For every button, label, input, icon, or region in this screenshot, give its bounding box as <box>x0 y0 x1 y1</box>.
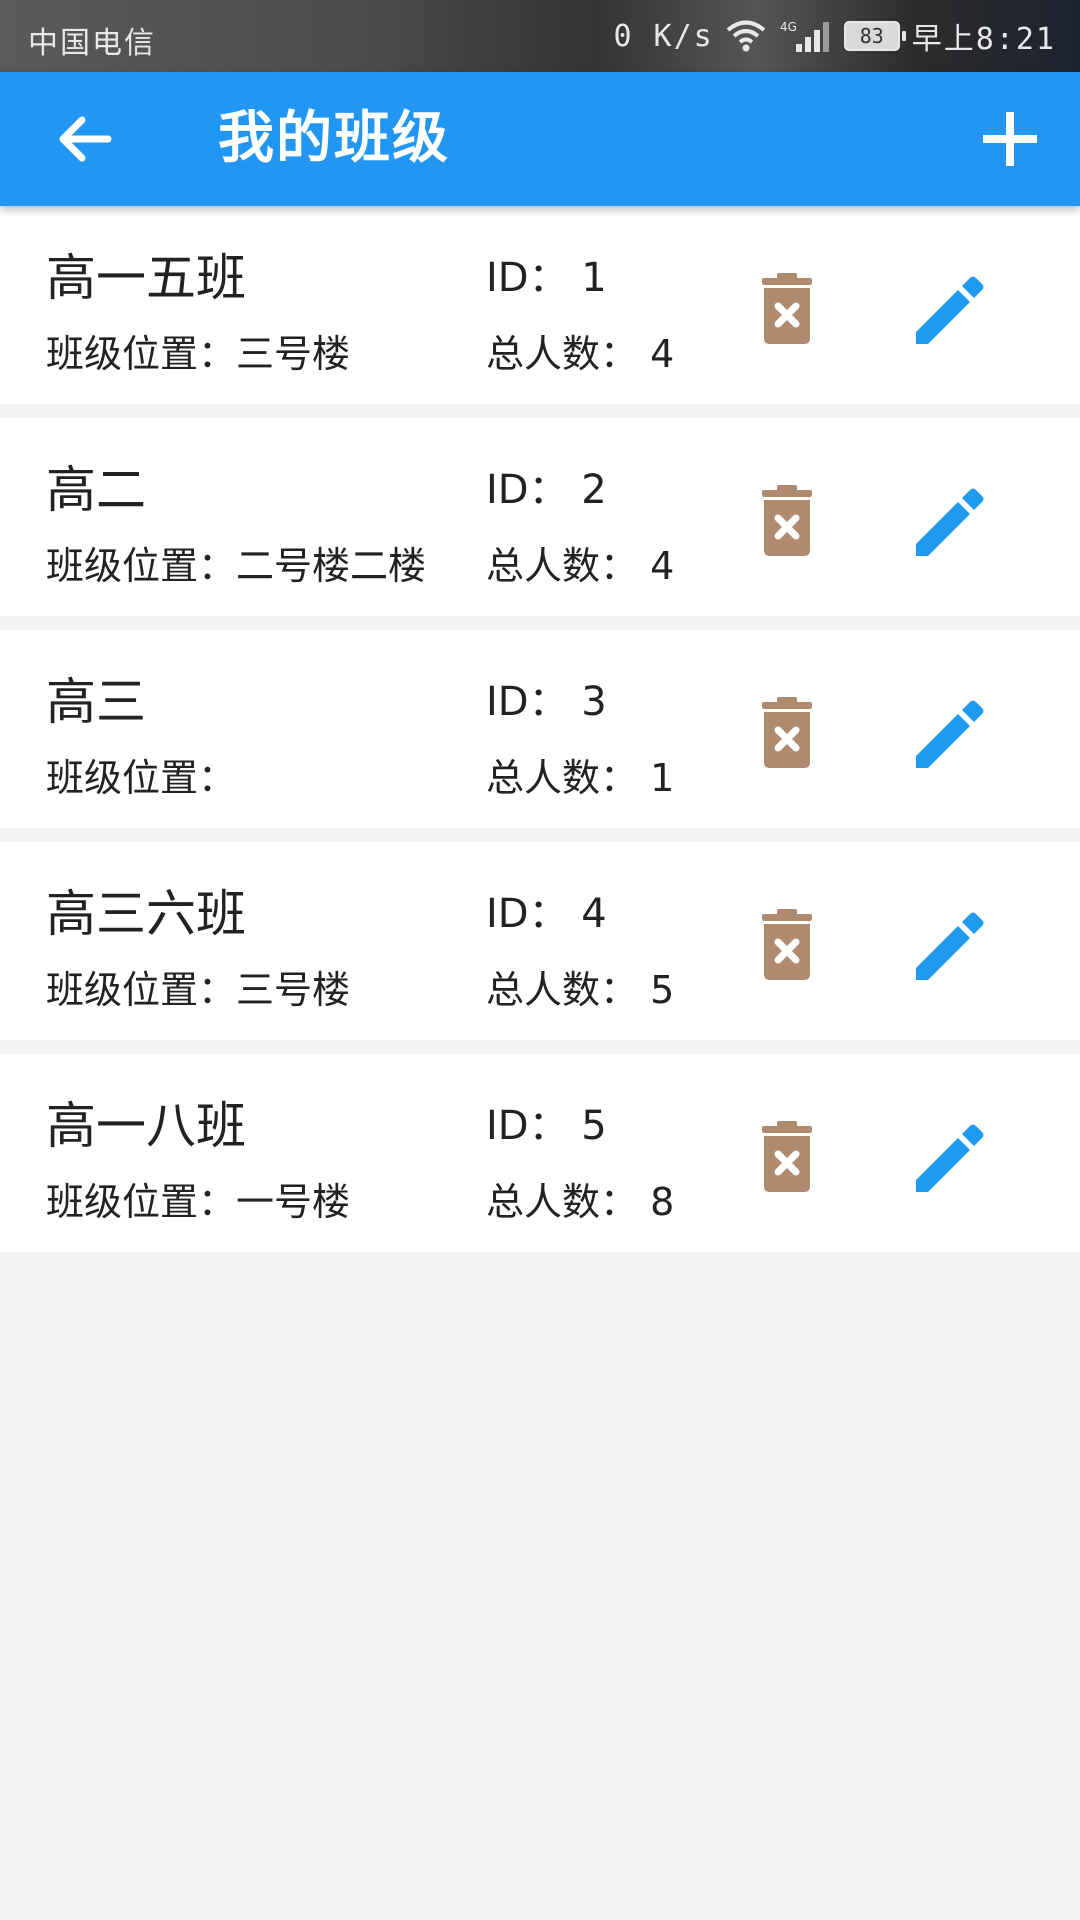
trash-icon <box>762 1121 812 1192</box>
class-id: ID： 2 <box>486 467 607 513</box>
class-location: 班级位置：一号楼 <box>46 1180 351 1224</box>
class-list-item[interactable]: 高一八班 班级位置：一号楼 ID： 5 总人数： 8 <box>0 1054 1080 1252</box>
edit-class-button[interactable] <box>912 696 988 772</box>
page-title: 我的班级 <box>218 106 450 171</box>
class-name: 高三六班 <box>46 885 246 943</box>
delete-class-button[interactable] <box>752 1120 822 1194</box>
pencil-icon <box>916 276 984 344</box>
app-bar: 我的班级 <box>0 72 1080 206</box>
class-list-item[interactable]: 高三 班级位置： ID： 3 总人数： 1 <box>0 630 1080 828</box>
pencil-icon <box>916 488 984 556</box>
trash-icon <box>762 485 812 556</box>
class-student-count: 总人数： 4 <box>486 544 675 588</box>
class-student-count: 总人数： 1 <box>486 756 675 800</box>
class-student-count: 总人数： 4 <box>486 332 675 376</box>
edit-class-button[interactable] <box>912 908 988 984</box>
class-name: 高一五班 <box>46 249 246 307</box>
delete-class-button[interactable] <box>752 484 822 558</box>
trash-icon <box>762 697 812 768</box>
class-list: 高一五班 班级位置：三号楼 ID： 1 总人数： 4 高二 班级位置：二号楼二楼… <box>0 206 1080 1252</box>
arrow-back-icon <box>59 116 112 162</box>
network-type-label: 4G <box>780 20 797 34</box>
class-id: ID： 3 <box>486 679 607 725</box>
delete-class-button[interactable] <box>752 272 822 346</box>
delete-class-button[interactable] <box>752 696 822 770</box>
back-button[interactable] <box>40 99 128 179</box>
class-list-item[interactable]: 高一五班 班级位置：三号楼 ID： 1 总人数： 4 <box>0 206 1080 404</box>
class-location: 班级位置：三号楼 <box>46 332 351 376</box>
pencil-icon <box>916 700 984 768</box>
edit-class-button[interactable] <box>912 484 988 560</box>
class-id: ID： 1 <box>486 255 607 301</box>
class-student-count: 总人数： 5 <box>486 968 675 1012</box>
edit-class-button[interactable] <box>912 1120 988 1196</box>
class-list-item[interactable]: 高二 班级位置：二号楼二楼 ID： 2 总人数： 4 <box>0 418 1080 616</box>
status-bar: 中国电信 0 K/s 4G 83 早上8:21 <box>0 0 1080 72</box>
trash-icon <box>762 909 812 980</box>
carrier-label: 中国电信 <box>28 26 156 61</box>
status-indicators: 0 K/s 4G 83 早上8:21 <box>613 14 1056 58</box>
class-name: 高一八班 <box>46 1097 246 1155</box>
pencil-icon <box>916 912 984 980</box>
wifi-icon <box>726 19 766 53</box>
class-id: ID： 5 <box>486 1103 607 1149</box>
plus-icon <box>983 112 1037 166</box>
class-name: 高三 <box>46 673 146 731</box>
network-speed: 0 K/s <box>613 18 714 54</box>
delete-class-button[interactable] <box>752 908 822 982</box>
class-list-item[interactable]: 高三六班 班级位置：三号楼 ID： 4 总人数： 5 <box>0 842 1080 1040</box>
class-location: 班级位置：二号楼二楼 <box>46 544 427 588</box>
class-student-count: 总人数： 8 <box>486 1180 675 1224</box>
edit-class-button[interactable] <box>912 272 988 348</box>
add-class-button[interactable] <box>968 97 1052 181</box>
class-id: ID： 4 <box>486 891 607 937</box>
class-name: 高二 <box>46 461 146 519</box>
pencil-icon <box>916 1124 984 1192</box>
battery-icon: 83 <box>843 21 906 51</box>
class-location: 班级位置： <box>46 756 237 800</box>
trash-icon <box>762 273 812 344</box>
status-clock: 早上8:21 <box>911 22 1056 57</box>
cell-signal-icon: 4G <box>778 18 832 54</box>
class-location: 班级位置：三号楼 <box>46 968 351 1012</box>
